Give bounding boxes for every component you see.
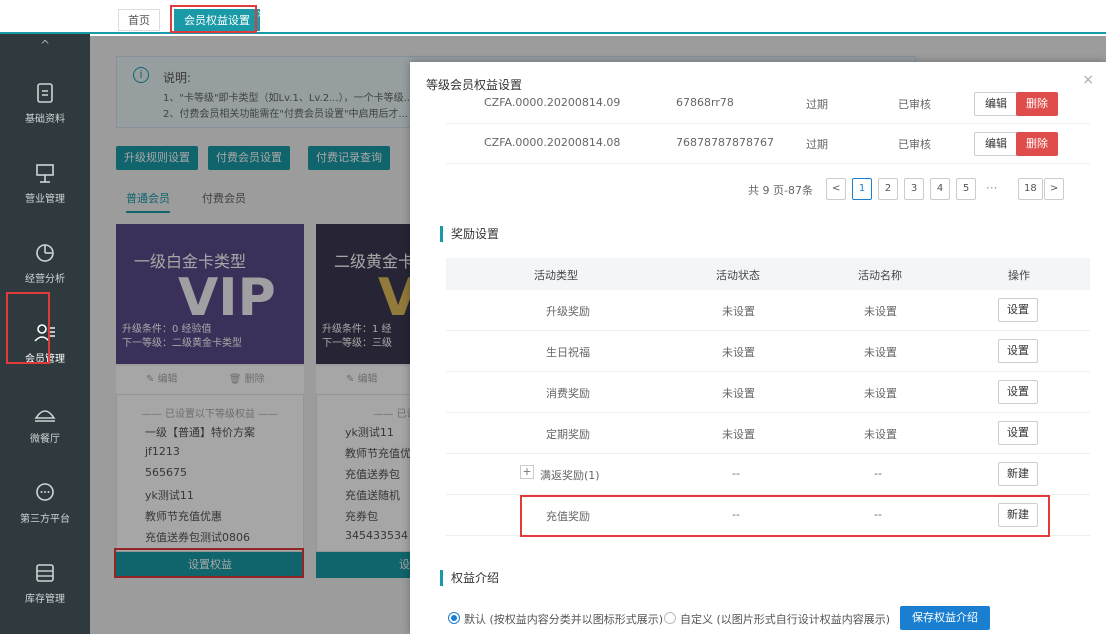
- edit-button[interactable]: 编辑: [974, 92, 1018, 116]
- sidebar-item-member[interactable]: 会员管理: [0, 308, 90, 388]
- chat-icon: [36, 483, 54, 501]
- record-code: CZFA.0000.20200814.09: [484, 96, 621, 109]
- reward-type: 充值奖励: [546, 510, 590, 523]
- tab-member-benefits[interactable]: 会员权益设置 ×: [174, 9, 265, 31]
- table-row: 升级奖励 未设置 未设置 设置: [446, 290, 1090, 331]
- set-button[interactable]: 设置: [998, 339, 1038, 363]
- sidebar-item-label: 库存管理: [25, 594, 65, 605]
- reward-status: 未设置: [722, 346, 755, 359]
- pagination-page[interactable]: 2: [878, 178, 898, 200]
- dish-icon: [34, 410, 56, 422]
- record-status: 过期: [806, 138, 828, 151]
- tab-member-benefits-label: 会员权益设置: [184, 14, 250, 27]
- table-row: 充值奖励 -- -- 新建: [446, 495, 1090, 536]
- chart-icon: [36, 244, 54, 262]
- sidebar-item-label: 经营分析: [25, 274, 65, 285]
- delete-button[interactable]: 删除: [1016, 132, 1058, 156]
- pagination-page[interactable]: 5: [956, 178, 976, 200]
- reward-table-header: 活动类型 活动状态 活动名称 操作: [446, 258, 1090, 290]
- new-button[interactable]: 新建: [998, 503, 1038, 527]
- column-header: 活动类型: [534, 269, 578, 282]
- record-code: CZFA.0000.20200814.08: [484, 136, 621, 149]
- reward-status: --: [732, 467, 740, 480]
- reward-name: 未设置: [864, 305, 897, 318]
- table-row: CZFA.0000.20200814.09 67868rr78 过期 已审核 编…: [446, 84, 1090, 124]
- column-header: 活动状态: [716, 269, 760, 282]
- record-audit: 已审核: [898, 98, 931, 111]
- pagination-page[interactable]: 4: [930, 178, 950, 200]
- close-icon[interactable]: ×: [257, 4, 265, 26]
- radio-custom-label: 自定义 (以图片形式自行设计权益内容展示): [680, 613, 891, 626]
- reward-type: 升级奖励: [546, 305, 590, 318]
- table-row: 消费奖励 未设置 未设置 设置: [446, 372, 1090, 413]
- document-icon: [37, 83, 53, 103]
- column-header: 活动名称: [858, 269, 902, 282]
- tab-home[interactable]: 首页: [118, 9, 160, 31]
- reward-type: 生日祝福: [546, 346, 590, 359]
- record-number: 76878787878767: [676, 136, 774, 149]
- column-header: 操作: [1008, 269, 1030, 282]
- tab-bar: 首页 会员权益设置 ×: [0, 0, 1106, 34]
- reward-type: 消费奖励: [546, 387, 590, 400]
- record-number: 67868rr78: [676, 96, 734, 109]
- level-benefit-modal: 等级会员权益设置 × CZFA.0000.20200814.09 67868rr…: [410, 62, 1106, 634]
- reward-name: 未设置: [864, 387, 897, 400]
- record-status: 过期: [806, 98, 828, 111]
- reward-name: 未设置: [864, 346, 897, 359]
- inventory-icon: [36, 564, 54, 582]
- new-button[interactable]: 新建: [998, 462, 1038, 486]
- chevron-up-icon[interactable]: ^: [0, 34, 90, 56]
- table-row: + 满返奖励(1) -- -- 新建: [446, 454, 1090, 495]
- reward-type: 定期奖励: [546, 428, 590, 441]
- cashier-icon: [36, 164, 54, 183]
- expand-icon[interactable]: +: [520, 465, 534, 479]
- reward-type: 满返奖励(1): [540, 469, 600, 482]
- radio-default[interactable]: [448, 612, 460, 624]
- sidebar-item-business[interactable]: 营业管理: [0, 148, 90, 228]
- sidebar-item-label: 会员管理: [25, 354, 65, 365]
- pagination-page[interactable]: 18: [1018, 178, 1043, 200]
- radio-default-label: 默认 (按权益内容分类并以图标形式展示): [464, 613, 664, 626]
- sidebar-item-label: 第三方平台: [20, 514, 70, 525]
- sidebar-item-third-party[interactable]: 第三方平台: [0, 468, 90, 548]
- pagination-page[interactable]: 1: [852, 178, 872, 200]
- member-icon: [34, 324, 55, 342]
- sidebar-item-label: 基础资料: [25, 114, 65, 125]
- set-button[interactable]: 设置: [998, 298, 1038, 322]
- pagination-summary: 共 9 页-87条: [748, 184, 813, 197]
- sidebar-item-basic-data[interactable]: 基础资料: [0, 68, 90, 148]
- reward-section-title: 奖励设置: [440, 226, 499, 242]
- table-row: CZFA.0000.20200814.08 76878787878767 过期 …: [446, 124, 1090, 164]
- save-intro-button[interactable]: 保存权益介绍: [900, 606, 990, 630]
- edit-button[interactable]: 编辑: [974, 132, 1018, 156]
- sidebar-item-wechat-restaurant[interactable]: 微餐厅: [0, 388, 90, 468]
- reward-status: 未设置: [722, 387, 755, 400]
- sidebar: ^ 基础资料 营业管理 经营分析 会员管理 微餐厅 第三方平台 库存管理: [0, 34, 90, 634]
- sidebar-item-label: 微餐厅: [30, 434, 60, 445]
- reward-status: --: [732, 508, 740, 521]
- table-row: 生日祝福 未设置 未设置 设置: [446, 331, 1090, 372]
- intro-section-title: 权益介绍: [440, 570, 499, 586]
- reward-name: --: [874, 467, 882, 480]
- pagination-page[interactable]: 3: [904, 178, 924, 200]
- record-audit: 已审核: [898, 138, 931, 151]
- delete-button[interactable]: 删除: [1016, 92, 1058, 116]
- table-row: 定期奖励 未设置 未设置 设置: [446, 413, 1090, 454]
- pagination-prev[interactable]: <: [826, 178, 847, 200]
- reward-status: 未设置: [722, 428, 755, 441]
- set-button[interactable]: 设置: [998, 380, 1038, 404]
- sidebar-item-label: 营业管理: [25, 194, 65, 205]
- sidebar-item-analysis[interactable]: 经营分析: [0, 228, 90, 308]
- sidebar-item-inventory[interactable]: 库存管理: [0, 548, 90, 628]
- reward-name: 未设置: [864, 428, 897, 441]
- reward-name: --: [874, 508, 882, 521]
- radio-custom[interactable]: [664, 612, 676, 624]
- set-button[interactable]: 设置: [998, 421, 1038, 445]
- pagination-ellipsis: ···: [986, 181, 998, 195]
- pagination-next[interactable]: >: [1044, 178, 1065, 200]
- tab-home-label: 首页: [128, 14, 150, 27]
- reward-status: 未设置: [722, 305, 755, 318]
